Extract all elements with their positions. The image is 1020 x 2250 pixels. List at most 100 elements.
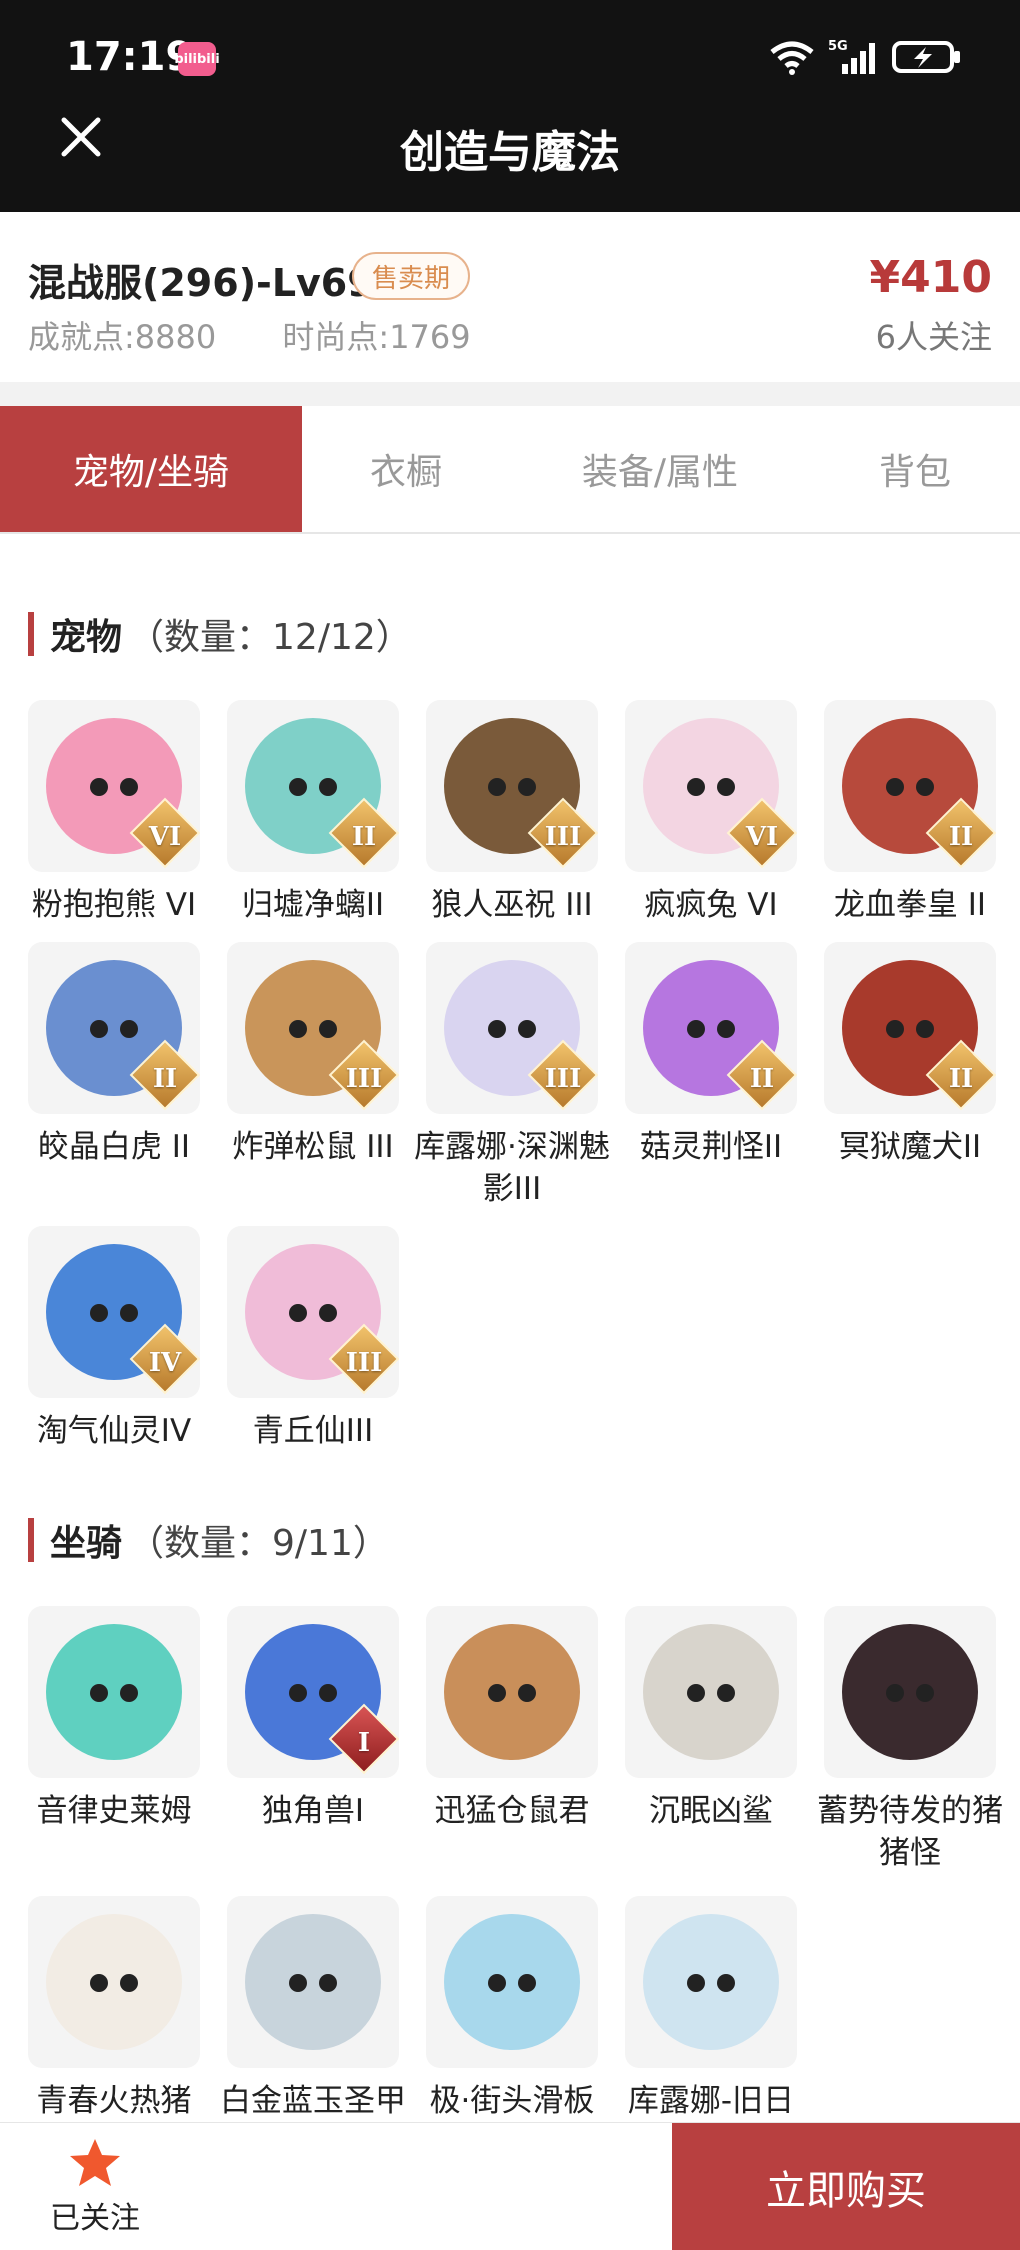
- mount-name: 青春火热猪: [36, 2083, 192, 2119]
- pet-thumbnail: III: [426, 942, 598, 1114]
- pet-name: 菇灵荆怪II: [639, 1129, 783, 1165]
- pet-card[interactable]: II 菇灵荆怪II: [625, 942, 797, 1210]
- rank-label: III: [345, 1064, 383, 1094]
- battery-charging-icon: [892, 41, 960, 73]
- pet-name: 疯疯兔 VI: [644, 887, 778, 923]
- network-label: 5G: [828, 39, 848, 54]
- mount-thumbnail: [625, 1606, 797, 1778]
- rank-label: II: [351, 822, 377, 852]
- rank-label: IV: [148, 1348, 182, 1378]
- pet-name: 冥狱魔犬II: [838, 1129, 982, 1165]
- pet-card[interactable]: III 青丘仙III: [227, 1226, 399, 1452]
- pet-thumbnail: II: [824, 942, 996, 1114]
- mount-name: 沉眠凶鲨: [649, 1793, 773, 1829]
- mounts-section-title: 坐骑 （数量：9/11）: [28, 1514, 389, 1566]
- mount-card[interactable]: 蓄势待发的猪猪怪: [817, 1606, 1003, 1874]
- pet-card[interactable]: II 归墟净螭II: [227, 700, 399, 926]
- mount-thumbnail: [824, 1606, 996, 1778]
- mount-name: 极·街头滑板: [429, 2083, 595, 2119]
- mount-card[interactable]: I 独角兽I: [227, 1606, 399, 1874]
- listing-info: 混战服(296)-Lv69 售卖期 成就点:8880 时尚点:1769 ¥410…: [0, 212, 1020, 382]
- section-accent-bar: [28, 1518, 34, 1562]
- buy-now-button[interactable]: 立即购买: [672, 2123, 1020, 2250]
- pets-section-title: 宠物 （数量：12/12）: [28, 608, 412, 660]
- rank-label: II: [948, 1064, 974, 1094]
- tab-pets-mounts[interactable]: 宠物/坐骑: [0, 406, 302, 532]
- pet-thumbnail: III: [227, 1226, 399, 1398]
- pet-card[interactable]: III 库露娜·深渊魅影III: [414, 942, 610, 1210]
- creature-image: [444, 1624, 580, 1760]
- mount-thumbnail: [28, 1606, 200, 1778]
- pet-card[interactable]: II 冥狱魔犬II: [824, 942, 996, 1210]
- creature-image: [245, 1914, 381, 2050]
- rank-label: II: [948, 822, 974, 852]
- mount-thumbnail: [227, 1896, 399, 2068]
- mount-card[interactable]: 沉眠凶鲨: [625, 1606, 797, 1874]
- tab-backpack[interactable]: 背包: [810, 406, 1020, 532]
- bilibili-app-icon: bilibili: [174, 42, 220, 76]
- pet-name: 粉抱抱熊 VI: [31, 887, 197, 923]
- pet-card[interactable]: II 龙血拳皇 II: [824, 700, 996, 926]
- mount-thumbnail: I: [227, 1606, 399, 1778]
- divider: [0, 382, 1020, 406]
- pet-name: 皎晶白虎 II: [37, 1129, 191, 1165]
- rank-label: III: [544, 1064, 582, 1094]
- pet-thumbnail: II: [28, 942, 200, 1114]
- signal-icon: 5G: [828, 39, 875, 74]
- pet-thumbnail: VI: [28, 700, 200, 872]
- tab-wardrobe[interactable]: 衣橱: [302, 406, 510, 532]
- mount-thumbnail: [426, 1896, 598, 2068]
- pet-name: 归墟净螭II: [241, 887, 385, 923]
- mounts-title: 坐骑: [50, 1523, 123, 1564]
- creature-image: [46, 1624, 182, 1760]
- mount-name: 蓄势待发的猪猪怪: [817, 1793, 1003, 1871]
- pet-name: 库露娜·深渊魅影III: [414, 1129, 610, 1207]
- pet-thumbnail: IV: [28, 1226, 200, 1398]
- tab-equipment[interactable]: 装备/属性: [510, 406, 810, 532]
- pet-thumbnail: III: [426, 700, 598, 872]
- mount-thumbnail: [625, 1896, 797, 2068]
- rank-label: III: [345, 1348, 383, 1378]
- sale-status-badge: 售卖期: [352, 252, 471, 300]
- listing-stats: 成就点:8880 时尚点:1769: [28, 312, 527, 358]
- server-level: 混战服(296)-Lv69: [28, 261, 374, 305]
- section-accent-bar: [28, 612, 34, 656]
- pet-thumbnail: VI: [625, 700, 797, 872]
- pet-name: 龙血拳皇 II: [833, 887, 987, 923]
- bottom-bar: 已关注 立即购买: [0, 2122, 1020, 2250]
- follow-button[interactable]: 已关注: [0, 2123, 190, 2250]
- mounts-count: （数量：9/11）: [128, 1523, 389, 1564]
- mount-name: 独角兽I: [261, 1793, 365, 1829]
- mount-name: 迅猛仓鼠君: [434, 1793, 590, 1829]
- pet-card[interactable]: II 皎晶白虎 II: [28, 942, 200, 1210]
- mounts-grid: 音律史莱姆I独角兽I迅猛仓鼠君沉眠凶鲨蓄势待发的猪猪怪青春火热猪白金蓝玉圣甲虫极…: [28, 1606, 1003, 2164]
- pet-card[interactable]: VI 粉抱抱熊 VI: [28, 700, 200, 926]
- creature-image: [46, 1914, 182, 2050]
- creature-image: [444, 1914, 580, 2050]
- wifi-icon: [770, 41, 814, 75]
- pets-count: （数量：12/12）: [128, 617, 412, 658]
- pet-thumbnail: II: [625, 942, 797, 1114]
- rank-label: I: [357, 1728, 371, 1758]
- achievement-points: 成就点:8880: [28, 318, 217, 356]
- mount-card[interactable]: 音律史莱姆: [28, 1606, 200, 1874]
- follower-count: 6人关注: [875, 318, 992, 356]
- page-title: 创造与魔法: [400, 127, 620, 178]
- pet-card[interactable]: VI 疯疯兔 VI: [625, 700, 797, 926]
- pet-card[interactable]: III 炸弹松鼠 III: [227, 942, 399, 1210]
- rank-label: II: [749, 1064, 775, 1094]
- rank-label: VI: [148, 822, 182, 852]
- pet-card[interactable]: IV 淘气仙灵IV: [28, 1226, 200, 1452]
- creature-image: [842, 1624, 978, 1760]
- mount-thumbnail: [28, 1896, 200, 2068]
- mount-card[interactable]: 迅猛仓鼠君: [426, 1606, 598, 1874]
- tab-bar: 宠物/坐骑 衣橱 装备/属性 背包: [0, 406, 1020, 534]
- price: ¥410: [869, 252, 992, 303]
- pet-thumbnail: III: [227, 942, 399, 1114]
- creature-image: [643, 1624, 779, 1760]
- pet-thumbnail: II: [824, 700, 996, 872]
- pet-name: 狼人巫祝 III: [431, 887, 593, 923]
- mount-name: 音律史莱姆: [36, 1793, 192, 1829]
- creature-image: [643, 1914, 779, 2050]
- pet-card[interactable]: III 狼人巫祝 III: [426, 700, 598, 926]
